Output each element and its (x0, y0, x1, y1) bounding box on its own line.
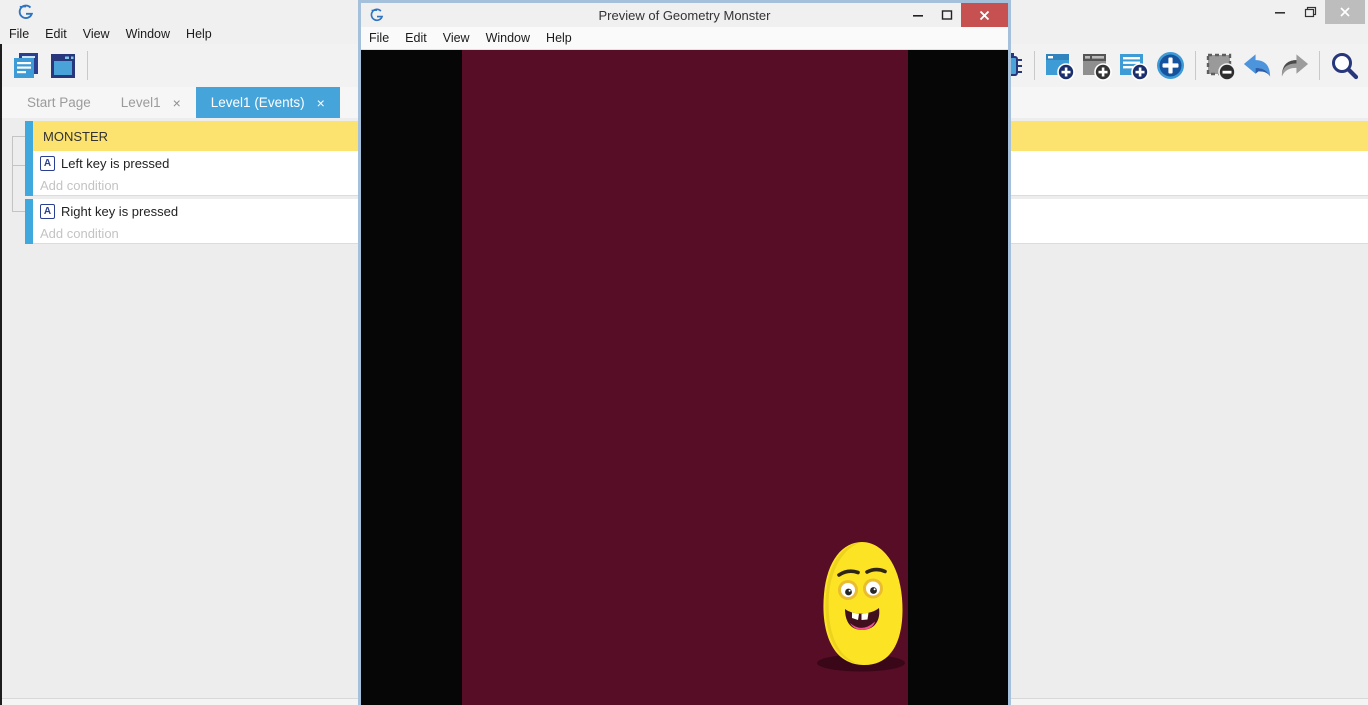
menu-view[interactable]: View (435, 31, 478, 45)
add-condition-label: Add condition (40, 226, 119, 241)
tab-close-icon[interactable]: × (317, 95, 325, 111)
toolbar-right-group (991, 44, 1363, 87)
event-drag-handle[interactable] (25, 121, 33, 151)
menu-window[interactable]: Window (118, 27, 178, 41)
add-subevent-icon[interactable] (1080, 49, 1113, 82)
tab-start-page[interactable]: Start Page (12, 87, 106, 118)
condition-label: Right key is pressed (61, 204, 178, 219)
tab-level1[interactable]: Level1 × (106, 87, 196, 118)
group-label: MONSTER (43, 129, 108, 144)
delete-event-icon[interactable] (1204, 49, 1237, 82)
panel-left-border (0, 44, 2, 705)
menu-edit[interactable]: Edit (397, 31, 435, 45)
tree-column (0, 151, 25, 196)
add-condition-label: Add condition (40, 178, 119, 193)
tree-column (0, 199, 25, 244)
tab-level1-events[interactable]: Level1 (Events) × (196, 87, 340, 118)
toolbar-left-group (0, 49, 94, 82)
add-event-icon[interactable] (1043, 49, 1076, 82)
preview-window[interactable]: Preview of Geometry Monster File Edit Vi… (358, 0, 1011, 705)
minimize-icon[interactable] (1265, 0, 1295, 24)
menu-file[interactable]: File (1, 27, 37, 41)
toolbar-separator (87, 51, 88, 80)
menu-view[interactable]: View (75, 27, 118, 41)
yellow-monster-sprite (815, 538, 909, 672)
keyboard-key-icon: A (40, 204, 55, 219)
menu-file[interactable]: File (361, 31, 397, 45)
tab-label: Start Page (27, 95, 91, 110)
add-plus-icon[interactable] (1154, 49, 1187, 82)
preview-window-controls (903, 3, 1008, 27)
gdevelop-logo-icon (17, 4, 35, 20)
condition-label: Left key is pressed (61, 156, 169, 171)
scene-editor-icon[interactable] (46, 49, 79, 82)
minimize-icon[interactable] (903, 3, 932, 27)
game-viewport[interactable] (361, 50, 1008, 705)
main-window-controls (1265, 0, 1365, 24)
toolbar-separator (1195, 51, 1196, 80)
close-icon[interactable] (961, 3, 1008, 27)
redo-icon[interactable] (1278, 49, 1311, 82)
maximize-icon[interactable] (932, 3, 961, 27)
tab-label: Level1 (Events) (211, 95, 305, 110)
event-drag-handle[interactable] (25, 151, 33, 196)
menu-edit[interactable]: Edit (37, 27, 75, 41)
preview-menubar: File Edit View Window Help (361, 27, 1008, 50)
project-manager-icon[interactable] (9, 49, 42, 82)
keyboard-key-icon: A (40, 156, 55, 171)
toolbar-separator (1034, 51, 1035, 80)
menu-help[interactable]: Help (178, 27, 220, 41)
menu-help[interactable]: Help (538, 31, 580, 45)
restore-icon[interactable] (1295, 0, 1325, 24)
menu-window[interactable]: Window (478, 31, 538, 45)
tree-column (0, 121, 25, 151)
toolbar-separator (1319, 51, 1320, 80)
tab-close-icon[interactable]: × (173, 95, 181, 111)
tab-label: Level1 (121, 95, 161, 110)
close-icon[interactable] (1325, 0, 1365, 24)
undo-icon[interactable] (1241, 49, 1274, 82)
add-comment-icon[interactable] (1117, 49, 1150, 82)
search-icon[interactable] (1328, 49, 1361, 82)
event-drag-handle[interactable] (25, 199, 33, 244)
preview-titlebar[interactable]: Preview of Geometry Monster (361, 3, 1008, 27)
